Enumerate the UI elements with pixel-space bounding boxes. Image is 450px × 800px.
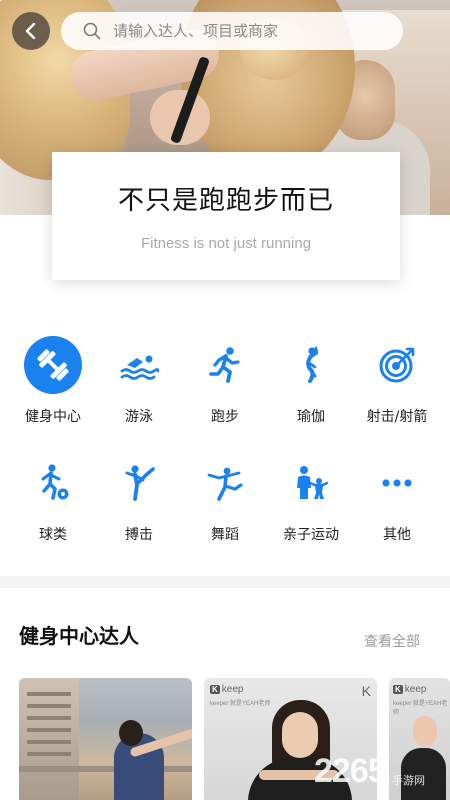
banner-title: 不只是跑跑步而已 — [117, 186, 334, 216]
more-icon — [382, 479, 412, 487]
watermark-subtext: 手游网 — [392, 774, 425, 787]
swimming-icon — [120, 355, 159, 380]
category-shooting-archery[interactable]: 射击/射箭 — [352, 336, 442, 436]
experts-section-title: 健身中心达人 — [19, 624, 139, 648]
chevron-left-icon — [25, 23, 36, 39]
card-caption: keeper 就是YEAH老师 — [393, 701, 448, 716]
parent-child-icon — [297, 466, 329, 499]
search-bar[interactable] — [61, 12, 403, 50]
back-button[interactable] — [12, 12, 50, 50]
category-running[interactable]: 跑步 — [180, 336, 270, 436]
category-combat[interactable]: 搏击 — [94, 454, 184, 554]
category-grid: 健身中心 游泳 跑步 瑜伽 射击/射箭 球类 搏击 舞蹈 亲子运动 其他 — [0, 330, 450, 560]
keep-logo: Kkeep — [210, 684, 244, 695]
target-icon — [379, 347, 415, 383]
k-logo-icon: K — [361, 683, 371, 699]
category-yoga[interactable]: 瑜伽 — [266, 336, 356, 436]
keep-logo: Kkeep — [393, 684, 427, 695]
category-swimming[interactable]: 游泳 — [94, 336, 184, 436]
running-icon — [209, 347, 240, 383]
search-input[interactable] — [113, 22, 383, 40]
martial-arts-icon — [125, 465, 155, 501]
section-divider — [0, 576, 450, 588]
category-ball-sports[interactable]: 球类 — [8, 454, 98, 554]
dumbbell-icon — [37, 349, 69, 381]
ball-sports-icon — [41, 464, 69, 500]
watermark-logo: 2265 — [314, 752, 387, 790]
search-icon — [83, 22, 101, 40]
expert-card[interactable] — [19, 678, 192, 800]
card-caption: keeper 就是YEAH老师 — [210, 701, 271, 707]
dance-icon — [207, 467, 243, 501]
category-parent-child[interactable]: 亲子运动 — [266, 454, 356, 554]
banner-card: 不只是跑跑步而已 Fitness is not just running — [52, 152, 400, 280]
category-dance[interactable]: 舞蹈 — [180, 454, 270, 554]
category-fitness-center[interactable]: 健身中心 — [8, 336, 98, 436]
yoga-icon — [306, 346, 319, 383]
banner-subtitle: Fitness is not just running — [140, 235, 312, 252]
category-other[interactable]: 其他 — [352, 454, 442, 554]
view-all-link[interactable]: 查看全部 — [364, 631, 420, 651]
